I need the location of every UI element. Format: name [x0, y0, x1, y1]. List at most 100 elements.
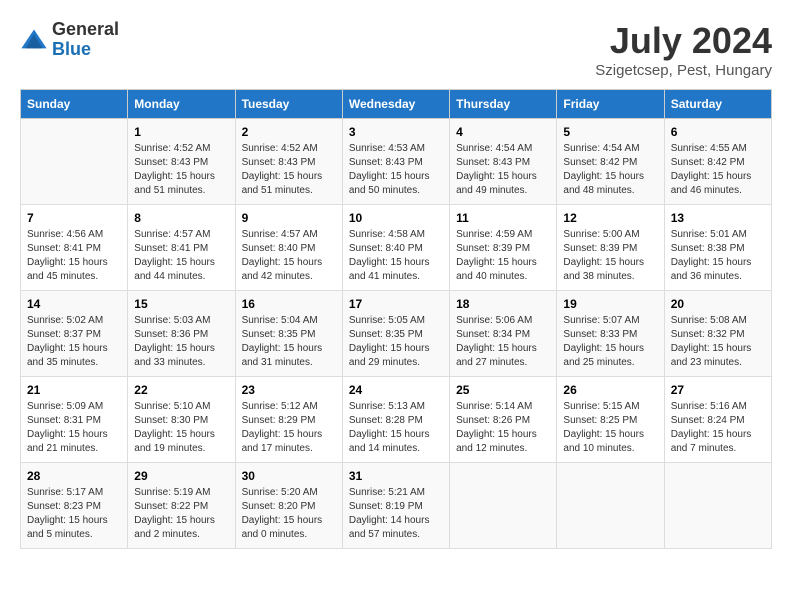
calendar-cell: 31 Sunrise: 5:21 AMSunset: 8:19 PMDayligh…	[342, 463, 449, 549]
day-info: Sunrise: 5:15 AMSunset: 8:25 PMDaylight:…	[563, 400, 657, 456]
calendar-cell: 26 Sunrise: 5:15 AMSunset: 8:25 PMDayligh…	[557, 377, 664, 463]
day-info: Sunrise: 5:21 AMSunset: 8:19 PMDaylight:…	[349, 486, 443, 542]
day-info: Sunrise: 4:55 AMSunset: 8:42 PMDaylight:…	[671, 142, 765, 198]
column-header-wednesday: Wednesday	[342, 90, 449, 119]
calendar-cell: 9 Sunrise: 4:57 AMSunset: 8:40 PMDaylight…	[235, 205, 342, 291]
day-number: 10	[349, 211, 443, 225]
location-text: Szigetcsep, Pest, Hungary	[595, 62, 772, 79]
calendar-cell: 28 Sunrise: 5:17 AMSunset: 8:23 PMDayligh…	[21, 463, 128, 549]
calendar-cell: 22 Sunrise: 5:10 AMSunset: 8:30 PMDayligh…	[128, 377, 235, 463]
day-number: 17	[349, 297, 443, 311]
calendar-cell: 2 Sunrise: 4:52 AMSunset: 8:43 PMDaylight…	[235, 119, 342, 205]
logo-general-text: General	[52, 20, 119, 40]
calendar-table: SundayMondayTuesdayWednesdayThursdayFrid…	[20, 89, 772, 549]
calendar-cell: 23Sunrise: 5:12 AMSunset: 8:29 PMDayligh…	[235, 377, 342, 463]
calendar-cell: 14 Sunrise: 5:02 AMSunset: 8:37 PMDayligh…	[21, 291, 128, 377]
day-info: Sunrise: 4:52 AMSunset: 8:43 PMDaylight:…	[134, 142, 228, 198]
logo: General Blue	[20, 20, 119, 60]
calendar-cell: 30Sunrise: 5:20 AMSunset: 8:20 PMDayligh…	[235, 463, 342, 549]
calendar-cell: 8Sunrise: 4:57 AMSunset: 8:41 PMDaylight…	[128, 205, 235, 291]
calendar-cell	[450, 463, 557, 549]
day-info: Sunrise: 4:58 AMSunset: 8:40 PMDaylight:…	[349, 228, 443, 284]
day-info: Sunrise: 4:53 AMSunset: 8:43 PMDaylight:…	[349, 142, 443, 198]
day-number: 13	[671, 211, 765, 225]
day-info: Sunrise: 4:54 AMSunset: 8:42 PMDaylight:…	[563, 142, 657, 198]
day-number: 14	[27, 297, 121, 311]
day-number: 22	[134, 383, 228, 397]
calendar-cell: 24 Sunrise: 5:13 AMSunset: 8:28 PMDayligh…	[342, 377, 449, 463]
calendar-cell: 20 Sunrise: 5:08 AMSunset: 8:32 PMDayligh…	[664, 291, 771, 377]
day-info: Sunrise: 5:00 AMSunset: 8:39 PMDaylight:…	[563, 228, 657, 284]
day-info: Sunrise: 4:59 AMSunset: 8:39 PMDaylight:…	[456, 228, 550, 284]
day-number: 6	[671, 125, 765, 139]
logo-icon	[20, 26, 48, 54]
calendar-cell: 29 Sunrise: 5:19 AMSunset: 8:22 PMDayligh…	[128, 463, 235, 549]
day-info: Sunrise: 5:03 AMSunset: 8:36 PMDaylight:…	[134, 314, 228, 370]
day-number: 26	[563, 383, 657, 397]
day-number: 5	[563, 125, 657, 139]
calendar-header-row: SundayMondayTuesdayWednesdayThursdayFrid…	[21, 90, 772, 119]
day-info: Sunrise: 4:54 AMSunset: 8:43 PMDaylight:…	[456, 142, 550, 198]
calendar-cell: 7 Sunrise: 4:56 AMSunset: 8:41 PMDaylight…	[21, 205, 128, 291]
column-header-thursday: Thursday	[450, 90, 557, 119]
day-number: 20	[671, 297, 765, 311]
calendar-cell: 1 Sunrise: 4:52 AMSunset: 8:43 PMDaylight…	[128, 119, 235, 205]
calendar-cell: 4 Sunrise: 4:54 AMSunset: 8:43 PMDaylight…	[450, 119, 557, 205]
calendar-cell: 6 Sunrise: 4:55 AMSunset: 8:42 PMDaylight…	[664, 119, 771, 205]
day-info: Sunrise: 5:05 AMSunset: 8:35 PMDaylight:…	[349, 314, 443, 370]
day-number: 7	[27, 211, 121, 225]
day-number: 3	[349, 125, 443, 139]
day-number: 21	[27, 383, 121, 397]
day-number: 31	[349, 469, 443, 483]
calendar-cell: 17 Sunrise: 5:05 AMSunset: 8:35 PMDayligh…	[342, 291, 449, 377]
day-info: Sunrise: 5:06 AMSunset: 8:34 PMDaylight:…	[456, 314, 550, 370]
day-number: 15	[134, 297, 228, 311]
day-number: 1	[134, 125, 228, 139]
column-header-sunday: Sunday	[21, 90, 128, 119]
day-number: 28	[27, 469, 121, 483]
column-header-friday: Friday	[557, 90, 664, 119]
day-info: Sunrise: 5:10 AMSunset: 8:30 PMDaylight:…	[134, 400, 228, 456]
title-area: July 2024 Szigetcsep, Pest, Hungary	[595, 20, 772, 79]
calendar-cell: 21 Sunrise: 5:09 AMSunset: 8:31 PMDayligh…	[21, 377, 128, 463]
calendar-cell: 10 Sunrise: 4:58 AMSunset: 8:40 PMDayligh…	[342, 205, 449, 291]
day-number: 27	[671, 383, 765, 397]
day-number: 24	[349, 383, 443, 397]
page-header: General Blue July 2024 Szigetcsep, Pest,…	[20, 20, 772, 79]
day-info: Sunrise: 4:56 AMSunset: 8:41 PMDaylight:…	[27, 228, 121, 284]
calendar-cell: 27 Sunrise: 5:16 AMSunset: 8:24 PMDayligh…	[664, 377, 771, 463]
calendar-cell: 18 Sunrise: 5:06 AMSunset: 8:34 PMDayligh…	[450, 291, 557, 377]
calendar-cell: 19Sunrise: 5:07 AMSunset: 8:33 PMDayligh…	[557, 291, 664, 377]
calendar-cell: 25Sunrise: 5:14 AMSunset: 8:26 PMDayligh…	[450, 377, 557, 463]
day-number: 29	[134, 469, 228, 483]
day-info: Sunrise: 5:01 AMSunset: 8:38 PMDaylight:…	[671, 228, 765, 284]
calendar-week-row: 14 Sunrise: 5:02 AMSunset: 8:37 PMDayligh…	[21, 291, 772, 377]
day-info: Sunrise: 4:52 AMSunset: 8:43 PMDaylight:…	[242, 142, 336, 198]
day-info: Sunrise: 5:19 AMSunset: 8:22 PMDaylight:…	[134, 486, 228, 542]
calendar-week-row: 21 Sunrise: 5:09 AMSunset: 8:31 PMDayligh…	[21, 377, 772, 463]
column-header-monday: Monday	[128, 90, 235, 119]
calendar-cell	[21, 119, 128, 205]
calendar-week-row: 28 Sunrise: 5:17 AMSunset: 8:23 PMDayligh…	[21, 463, 772, 549]
day-number: 4	[456, 125, 550, 139]
day-info: Sunrise: 5:04 AMSunset: 8:35 PMDaylight:…	[242, 314, 336, 370]
calendar-week-row: 7 Sunrise: 4:56 AMSunset: 8:41 PMDaylight…	[21, 205, 772, 291]
day-info: Sunrise: 5:02 AMSunset: 8:37 PMDaylight:…	[27, 314, 121, 370]
calendar-cell	[664, 463, 771, 549]
day-number: 18	[456, 297, 550, 311]
day-number: 8	[134, 211, 228, 225]
day-number: 11	[456, 211, 550, 225]
day-info: Sunrise: 5:16 AMSunset: 8:24 PMDaylight:…	[671, 400, 765, 456]
calendar-cell: 11 Sunrise: 4:59 AMSunset: 8:39 PMDayligh…	[450, 205, 557, 291]
day-number: 16	[242, 297, 336, 311]
calendar-cell: 15 Sunrise: 5:03 AMSunset: 8:36 PMDayligh…	[128, 291, 235, 377]
calendar-cell	[557, 463, 664, 549]
day-info: Sunrise: 5:09 AMSunset: 8:31 PMDaylight:…	[27, 400, 121, 456]
day-info: Sunrise: 5:08 AMSunset: 8:32 PMDaylight:…	[671, 314, 765, 370]
day-info: Sunrise: 5:17 AMSunset: 8:23 PMDaylight:…	[27, 486, 121, 542]
day-number: 9	[242, 211, 336, 225]
day-info: Sunrise: 4:57 AMSunset: 8:40 PMDaylight:…	[242, 228, 336, 284]
day-info: Sunrise: 5:13 AMSunset: 8:28 PMDaylight:…	[349, 400, 443, 456]
day-info: Sunrise: 5:12 AMSunset: 8:29 PMDaylight:…	[242, 400, 336, 456]
day-number: 2	[242, 125, 336, 139]
